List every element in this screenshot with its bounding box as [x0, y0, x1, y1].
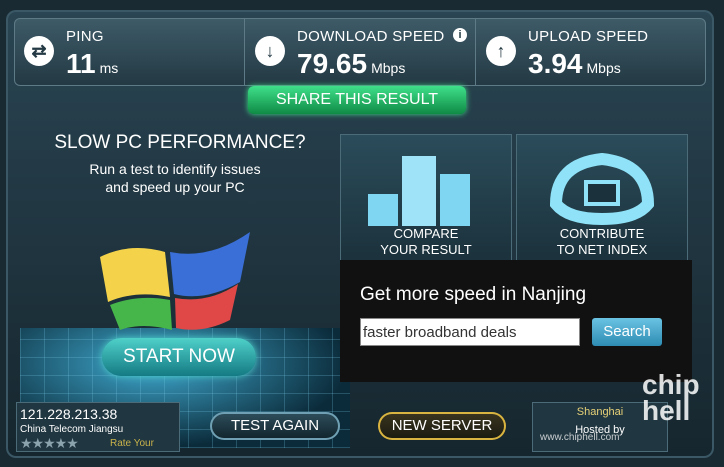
start-now-button[interactable]: START NOW	[102, 338, 256, 376]
ad-subtitle: Run a test to identify issues and speed …	[89, 161, 261, 195]
upload-label: UPLOAD SPEED	[528, 28, 649, 45]
share-result-button[interactable]: SHARE THIS RESULT	[248, 86, 466, 114]
get-more-title: Get more speed in Nanjing	[360, 284, 587, 305]
search-button[interactable]: Search	[592, 318, 662, 346]
client-info: 121.228.213.38 China Telecom Jiangsu ★★★…	[16, 402, 180, 452]
upload-value: 3.94 Mbps	[528, 48, 621, 79]
watermark-url: www.chiphell.com	[540, 432, 620, 443]
ping-value: 11 ms	[66, 48, 119, 79]
rating-stars[interactable]: ★★★★★	[20, 435, 79, 452]
download-label: DOWNLOAD SPEED	[297, 28, 445, 45]
get-more-speed-box: Get more speed in Nanjing faster broadba…	[340, 260, 692, 382]
compare-label: COMPARE YOUR RESULT	[380, 226, 472, 257]
ping-label: PING	[66, 28, 104, 45]
stats-bar: ⇄ PING 11 ms ↓ DOWNLOAD SPEED i 79.65 Mbps…	[14, 18, 706, 86]
broadband-search-input[interactable]: faster broadband deals	[360, 318, 580, 346]
download-value: 79.65 Mbps	[297, 48, 406, 79]
upload-arrow-icon: ↑	[486, 36, 516, 66]
contribute-label: CONTRIBUTE TO NET INDEX	[556, 226, 648, 257]
isp-name: China Telecom Jiangsu	[20, 424, 124, 435]
bar-chart-icon	[368, 156, 470, 226]
info-icon[interactable]: i	[453, 28, 467, 42]
download-arrow-icon: ↓	[255, 36, 285, 66]
ping-stat: ⇄ PING 11 ms	[14, 18, 245, 86]
ad-title: SLOW PC PERFORMANCE?	[54, 132, 306, 153]
slow-pc-ad: SLOW PC PERFORMANCE? Run a test to ident…	[20, 128, 350, 448]
compare-result-panel[interactable]: COMPARE YOUR RESULT	[340, 134, 512, 264]
download-stat: ↓ DOWNLOAD SPEED i 79.65 Mbps	[245, 18, 476, 86]
ping-arrows-icon: ⇄	[24, 36, 54, 66]
speedtest-frame: ⇄ PING 11 ms ↓ DOWNLOAD SPEED i 79.65 Mbps…	[6, 10, 714, 458]
ip-address: 121.228.213.38	[20, 406, 118, 422]
contribute-panel[interactable]: CONTRIBUTE TO NET INDEX	[516, 134, 688, 264]
new-server-button[interactable]: NEW SERVER	[378, 412, 506, 440]
test-again-button[interactable]: TEST AGAIN	[210, 412, 340, 440]
rate-your-label: Rate Your	[110, 438, 154, 449]
chiphell-watermark-logo: chip hell	[642, 369, 700, 426]
upload-stat: ↑ UPLOAD SPEED 3.94 Mbps	[476, 18, 706, 86]
windows-flag-icon	[100, 232, 250, 330]
net-index-icon	[549, 152, 655, 226]
